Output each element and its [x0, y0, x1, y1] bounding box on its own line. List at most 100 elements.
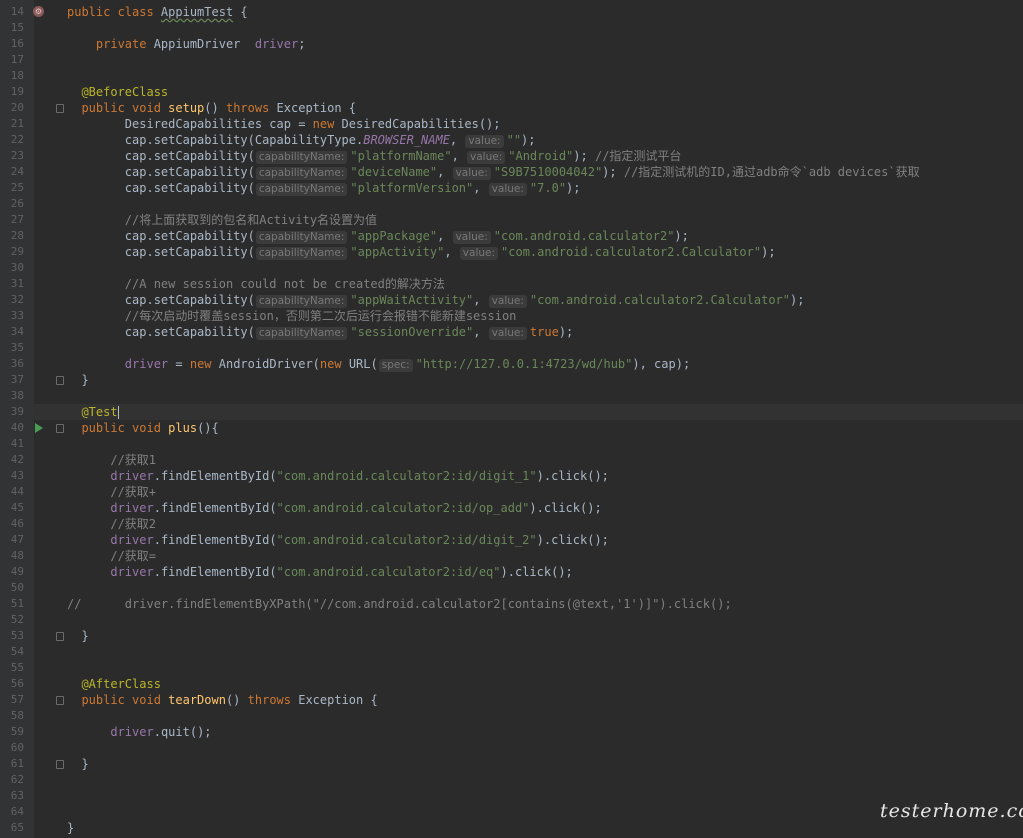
code-text[interactable]: }	[67, 372, 88, 388]
line-number: 39	[10, 405, 24, 418]
code-line[interactable]: 35	[0, 340, 1023, 356]
line-number: 16	[10, 37, 24, 50]
code-line[interactable]: 23 cap.setCapability(capabilityName: "pla…	[0, 148, 1023, 164]
code-text[interactable]: //A new session could not be created的解决方…	[67, 276, 445, 292]
line-number: 27	[10, 213, 24, 226]
code-line[interactable]: 47 driver.findElementById("com.android.c…	[0, 532, 1023, 548]
fold-icon[interactable]	[56, 696, 64, 705]
code-editor[interactable]: 14 public class AppiumTest {⚙ 15 16 private…	[0, 0, 1023, 838]
code-text[interactable]: driver.findElementById("com.android.calc…	[67, 564, 572, 580]
code-text[interactable]: driver = new AndroidDriver(new URL(spec:…	[67, 356, 690, 372]
code-text[interactable]: //将上面获取到的包名和Activity名设置为值	[67, 212, 377, 228]
code-text[interactable]: // driver.findElementByXPath("//com.andr…	[67, 596, 732, 612]
code-line[interactable]: 48 //获取=	[0, 548, 1023, 564]
code-text[interactable]: driver.quit();	[67, 724, 211, 740]
code-line[interactable]: 19 @BeforeClass	[0, 84, 1023, 100]
code-line[interactable]: 46 //获取2	[0, 516, 1023, 532]
code-text[interactable]: //获取=	[67, 548, 156, 564]
code-line[interactable]: 45 driver.findElementById("com.android.c…	[0, 500, 1023, 516]
fold-icon[interactable]	[56, 376, 64, 385]
code-text[interactable]: //每次启动时覆盖session，否则第二次后运行会报错不能新建session	[67, 308, 517, 324]
code-text[interactable]: @BeforeClass	[67, 84, 168, 100]
code-line[interactable]: 32 cap.setCapability(capabilityName: "app…	[0, 292, 1023, 308]
code-line[interactable]: 20 public void setup() throws Exception …	[0, 100, 1023, 116]
code-line[interactable]: 14 public class AppiumTest {⚙	[0, 4, 1023, 20]
fold-icon[interactable]	[56, 632, 64, 641]
code-line[interactable]: 57 public void tearDown() throws Excepti…	[0, 692, 1023, 708]
code-text[interactable]: public void setup() throws Exception {	[67, 100, 356, 116]
code-line[interactable]: 40 public void plus(){	[0, 420, 1023, 436]
code-text[interactable]: //获取1	[67, 452, 156, 468]
code-line[interactable]: 16 private AppiumDriver driver;	[0, 36, 1023, 52]
code-text[interactable]: }	[67, 820, 74, 836]
code-line[interactable]: 63	[0, 788, 1023, 804]
code-text[interactable]: cap.setCapability(capabilityName: "platfo…	[67, 148, 681, 164]
code-line[interactable]: 43 driver.findElementById("com.android.c…	[0, 468, 1023, 484]
code-text[interactable]: cap.setCapability(capabilityName: "appWai…	[67, 292, 804, 308]
run-test-icon[interactable]	[35, 423, 43, 433]
code-text[interactable]: //获取2	[67, 516, 156, 532]
code-line[interactable]: 53 }	[0, 628, 1023, 644]
code-line[interactable]: 52	[0, 612, 1023, 628]
code-text[interactable]: private AppiumDriver driver;	[67, 36, 306, 52]
code-line[interactable]: 60	[0, 740, 1023, 756]
code-text[interactable]: cap.setCapability(capabilityName: "appAct…	[67, 244, 776, 260]
code-line[interactable]: 21 DesiredCapabilities cap = new Desired…	[0, 116, 1023, 132]
code-text[interactable]: public void tearDown() throws Exception …	[67, 692, 377, 708]
code-text[interactable]: @AfterClass	[67, 676, 160, 692]
code-line[interactable]: 41	[0, 436, 1023, 452]
code-line[interactable]: 36 driver = new AndroidDriver(new URL(sp…	[0, 356, 1023, 372]
code-text[interactable]: driver.findElementById("com.android.calc…	[67, 500, 601, 516]
code-line[interactable]: 39 @Test	[0, 404, 1023, 420]
code-line[interactable]: 31 //A new session could not be created的…	[0, 276, 1023, 292]
code-line[interactable]: 22 cap.setCapability(CapabilityType.BROW…	[0, 132, 1023, 148]
code-line[interactable]: 64	[0, 804, 1023, 820]
code-text[interactable]: }	[67, 628, 88, 644]
code-line[interactable]: 56 @AfterClass	[0, 676, 1023, 692]
code-line[interactable]: 54	[0, 644, 1023, 660]
annotation-icon[interactable]: ⚙	[33, 6, 44, 17]
code-line[interactable]: 15	[0, 20, 1023, 36]
code-line[interactable]: 44 //获取+	[0, 484, 1023, 500]
code-line[interactable]: 18	[0, 68, 1023, 84]
code-line[interactable]: 37 }	[0, 372, 1023, 388]
code-line[interactable]: 51 // driver.findElementByXPath("//com.an…	[0, 596, 1023, 612]
code-line[interactable]: 50	[0, 580, 1023, 596]
fold-icon[interactable]	[56, 760, 64, 769]
code-line[interactable]: 34 cap.setCapability(capabilityName: "ses…	[0, 324, 1023, 340]
code-text[interactable]: @Test	[67, 404, 119, 420]
code-text[interactable]: cap.setCapability(CapabilityType.BROWSER…	[67, 132, 536, 148]
code-line[interactable]: 24 cap.setCapability(capabilityName: "dev…	[0, 164, 1023, 180]
code-line[interactable]: 65}	[0, 820, 1023, 836]
code-text[interactable]: }	[67, 756, 88, 772]
code-line[interactable]: 25 cap.setCapability(capabilityName: "pla…	[0, 180, 1023, 196]
code-text[interactable]: public void plus(){	[67, 420, 218, 436]
code-line[interactable]: 61 }	[0, 756, 1023, 772]
code-line[interactable]: 49 driver.findElementById("com.android.c…	[0, 564, 1023, 580]
code-text[interactable]: driver.findElementById("com.android.calc…	[67, 532, 609, 548]
code-line[interactable]: 55	[0, 660, 1023, 676]
code-line[interactable]: 59 driver.quit();	[0, 724, 1023, 740]
code-text[interactable]: cap.setCapability(capabilityName: "device…	[67, 164, 920, 180]
code-line[interactable]: 29 cap.setCapability(capabilityName: "app…	[0, 244, 1023, 260]
code-line[interactable]: 62	[0, 772, 1023, 788]
fold-icon[interactable]	[56, 424, 64, 433]
code-line[interactable]: 33 //每次启动时覆盖session，否则第二次后运行会报错不能新建sessi…	[0, 308, 1023, 324]
code-line[interactable]: 42 //获取1	[0, 452, 1023, 468]
fold-icon[interactable]	[56, 104, 64, 113]
line-number: 49	[10, 565, 24, 578]
code-text[interactable]: cap.setCapability(capabilityName: "appPac…	[67, 228, 689, 244]
code-line[interactable]: 26	[0, 196, 1023, 212]
code-line[interactable]: 28 cap.setCapability(capabilityName: "app…	[0, 228, 1023, 244]
code-text[interactable]: driver.findElementById("com.android.calc…	[67, 468, 609, 484]
code-text[interactable]: public class AppiumTest {	[67, 4, 248, 20]
code-text[interactable]: //获取+	[67, 484, 156, 500]
code-text[interactable]: cap.setCapability(capabilityName: "platfo…	[67, 180, 581, 196]
code-line[interactable]: 17	[0, 52, 1023, 68]
code-line[interactable]: 27 //将上面获取到的包名和Activity名设置为值	[0, 212, 1023, 228]
code-text[interactable]: cap.setCapability(capabilityName: "sessio…	[67, 324, 573, 340]
code-line[interactable]: 30	[0, 260, 1023, 276]
code-line[interactable]: 58	[0, 708, 1023, 724]
code-line[interactable]: 38	[0, 388, 1023, 404]
code-text[interactable]: DesiredCapabilities cap = new DesiredCap…	[67, 116, 501, 132]
